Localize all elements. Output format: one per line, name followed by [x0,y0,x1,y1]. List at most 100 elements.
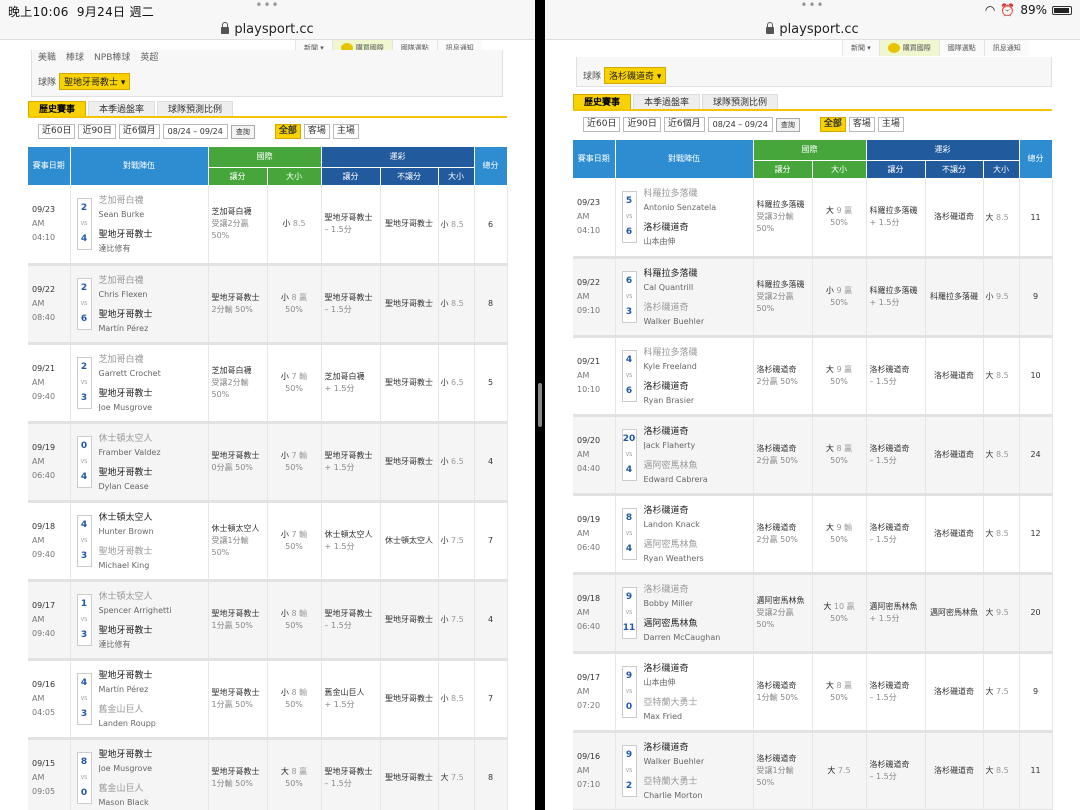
scope-all-button[interactable]: 全部 [274,124,301,139]
home-team-name[interactable]: 聖地牙哥教士 [99,467,206,480]
away-team-name[interactable]: 洛杉磯道奇 [644,426,751,439]
table-row[interactable]: 09/22 AM 08:40 2 VS 6 芝加哥白襪 Chris Flexen… [28,264,508,345]
multitask-dots[interactable]: ••• [800,0,824,12]
nav-notify[interactable]: 訊息通知 [983,40,1029,56]
range-90-button[interactable]: 近90日 [623,117,661,132]
matchup-cell: 4 VS 3 聖地牙哥教士 Martín Pérez 舊金山巨人 Landen … [70,659,209,740]
scope-all-button[interactable]: 全部 [819,117,846,132]
away-team-name[interactable]: 芝加哥白襪 [99,354,206,367]
tab-season-cover[interactable]: 本季過盤率 [633,94,701,109]
home-team-name[interactable]: 聖地牙哥教士 [99,388,206,401]
range-60-button[interactable]: 近60日 [38,124,76,139]
tab-team-prediction[interactable]: 球隊預測比例 [157,101,234,116]
intl-ou-line: 8 [291,292,297,302]
home-team-name[interactable]: 聖地牙哥教士 [99,546,206,559]
table-row[interactable]: 09/18 AM 09:40 4 VS 3 休士頓太空人 Hunter Brow… [28,501,508,582]
home-team-name[interactable]: 洛杉磯道奇 [644,381,751,394]
tab-history[interactable]: 歷史賽事 [28,101,87,116]
away-team-name[interactable]: 科羅拉多落磯 [644,347,751,360]
table-row[interactable]: 09/23 AM 04:10 2 VS 4 芝加哥白襪 Sean Burke 聖… [28,185,508,266]
range-6m-button[interactable]: 近6個月 [663,117,705,132]
split-handle[interactable] [538,383,542,427]
table-row[interactable]: 09/20 AM 04:40 20 VS 4 洛杉磯道奇 Jack Flaher… [573,415,1053,496]
away-team-name[interactable]: 科羅拉多落磯 [644,268,751,281]
nav-buy[interactable]: 購買國際 [878,40,939,56]
table-row[interactable]: 09/21 AM 10:10 4 VS 6 科羅拉多落磯 Kyle Freela… [573,336,1053,417]
away-team-name[interactable]: 聖地牙哥教士 [99,749,206,762]
intl-spread-pct: 50% [756,224,775,233]
home-team-name[interactable]: 亞特蘭大勇士 [644,776,751,789]
nav-news[interactable]: 新聞 ▾ [842,40,879,56]
away-team-name[interactable]: 科羅拉多落磯 [644,188,751,201]
home-team-name[interactable]: 洛杉磯道奇 [644,302,751,315]
table-row[interactable]: 09/19 AM 06:40 8 VS 4 洛杉磯道奇 Landon Knack… [573,494,1053,575]
split-view-divider[interactable] [535,0,545,810]
team-select[interactable]: 洛杉磯道奇 ▾ [604,67,667,84]
table-row[interactable]: 09/17 AM 07:20 9 VS 0 洛杉磯道奇 山本由伸 亞特蘭大勇士 … [573,652,1053,733]
game-ampm: AM [32,772,45,782]
league-option[interactable]: NPB棒球 [94,50,130,63]
scope-away-button[interactable]: 客場 [303,124,330,139]
tab-history[interactable]: 歷史賽事 [573,94,632,109]
home-team-name[interactable]: 聖地牙哥教士 [99,625,206,638]
table-row[interactable]: 09/21 AM 09:40 2 VS 3 芝加哥白襪 Garrett Croc… [28,343,508,424]
league-option[interactable]: 英超 [140,50,158,63]
home-team-name[interactable]: 亞特蘭大勇士 [644,697,751,710]
date-range-input[interactable]: 08/24 – 09/24 [707,117,773,132]
home-team-name[interactable]: 舊金山巨人 [99,704,206,717]
range-6m-button[interactable]: 近6個月 [118,124,160,139]
table-row[interactable]: 09/17 AM 09:40 1 VS 3 休士頓太空人 Spencer Arr… [28,580,508,661]
multitask-dots[interactable]: ••• [255,0,279,12]
lottery-spread-cell: 聖地牙哥教士 – 1.5分 [321,580,381,661]
table-row[interactable]: 09/18 AM 06:40 9 VS 11 洛杉磯道奇 Bobby Mille… [573,573,1053,654]
home-team-name[interactable]: 邁阿密馬林魚 [644,539,751,552]
lottery-nospread-cell: 洛杉磯道奇 [925,178,984,259]
address-bar[interactable]: playsport.cc [545,20,1080,40]
tab-team-prediction[interactable]: 球隊預測比例 [702,94,779,109]
range-90-button[interactable]: 近90日 [78,124,116,139]
away-pitcher: Spencer Arrighetti [98,605,172,615]
home-team-name[interactable]: 舊金山巨人 [99,783,206,796]
away-team-name[interactable]: 休士頓太空人 [99,512,206,525]
league-option[interactable]: 美職 [38,50,56,63]
lottery-ou-cell: 大 8.5 [983,178,1020,259]
home-team-name[interactable]: 邁阿密馬林魚 [644,460,751,473]
away-pitcher: Martín Pérez [98,684,149,694]
table-row[interactable]: 09/16 AM 07:10 9 VS 2 洛杉磯道奇 Walker Buehl… [573,731,1053,810]
away-team-name[interactable]: 洛杉磯道奇 [644,505,751,518]
table-row[interactable]: 09/19 AM 06:40 0 VS 4 休士頓太空人 Framber Val… [28,422,508,503]
away-team-name[interactable]: 休士頓太空人 [99,433,206,446]
scope-home-button[interactable]: 主場 [877,117,904,132]
away-team-name[interactable]: 休士頓太空人 [99,591,206,604]
home-team-name[interactable]: 聖地牙哥教士 [99,309,206,322]
away-team-name[interactable]: 洛杉磯道奇 [644,742,751,755]
league-option[interactable]: 棒球 [66,50,84,63]
team-select[interactable]: 聖地牙哥教士 ▾ [59,73,131,90]
query-button[interactable]: 查詢 [230,124,255,139]
query-button[interactable]: 查詢 [775,117,800,132]
address-bar[interactable]: playsport.cc [0,20,535,40]
intl-spread-pct: 50% [756,303,775,313]
home-team-name[interactable]: 洛杉磯道奇 [644,222,751,235]
table-row[interactable]: 09/22 AM 09:10 6 VS 3 科羅拉多落磯 Cal Quantri… [573,257,1053,338]
away-team-name[interactable]: 聖地牙哥教士 [99,670,206,683]
table-row[interactable]: 09/16 AM 04:05 4 VS 3 聖地牙哥教士 Martín Pére… [28,659,508,740]
nav-select[interactable]: 國隊選點 [938,40,984,56]
intl-ou-result: 贏 [846,601,855,611]
away-team-name[interactable]: 芝加哥白襪 [99,275,206,288]
lottery-ou-line: 7.5 [451,773,464,782]
table-row[interactable]: 09/23 AM 04:10 5 VS 6 科羅拉多落磯 Antonio Sen… [573,178,1053,259]
away-team-name[interactable]: 洛杉磯道奇 [644,663,751,676]
table-row[interactable]: 09/15 AM 09:05 8 VS 0 聖地牙哥教士 Joe Musgrov… [28,738,508,810]
away-team-name[interactable]: 芝加哥白襪 [99,195,206,208]
home-team-name[interactable]: 聖地牙哥教士 [99,229,206,242]
tab-season-cover[interactable]: 本季過盤率 [88,101,156,116]
range-60-button[interactable]: 近60日 [583,117,621,132]
scope-away-button[interactable]: 客場 [848,117,875,132]
date-range-input[interactable]: 08/24 – 09/24 [162,124,228,139]
game-ampm: AM [32,219,45,228]
scope-home-button[interactable]: 主場 [332,124,359,139]
intl-ou-cell: 大 9 贏 50% [812,178,867,259]
home-team-name[interactable]: 邁阿密馬林魚 [644,618,751,631]
away-team-name[interactable]: 洛杉磯道奇 [644,584,751,597]
